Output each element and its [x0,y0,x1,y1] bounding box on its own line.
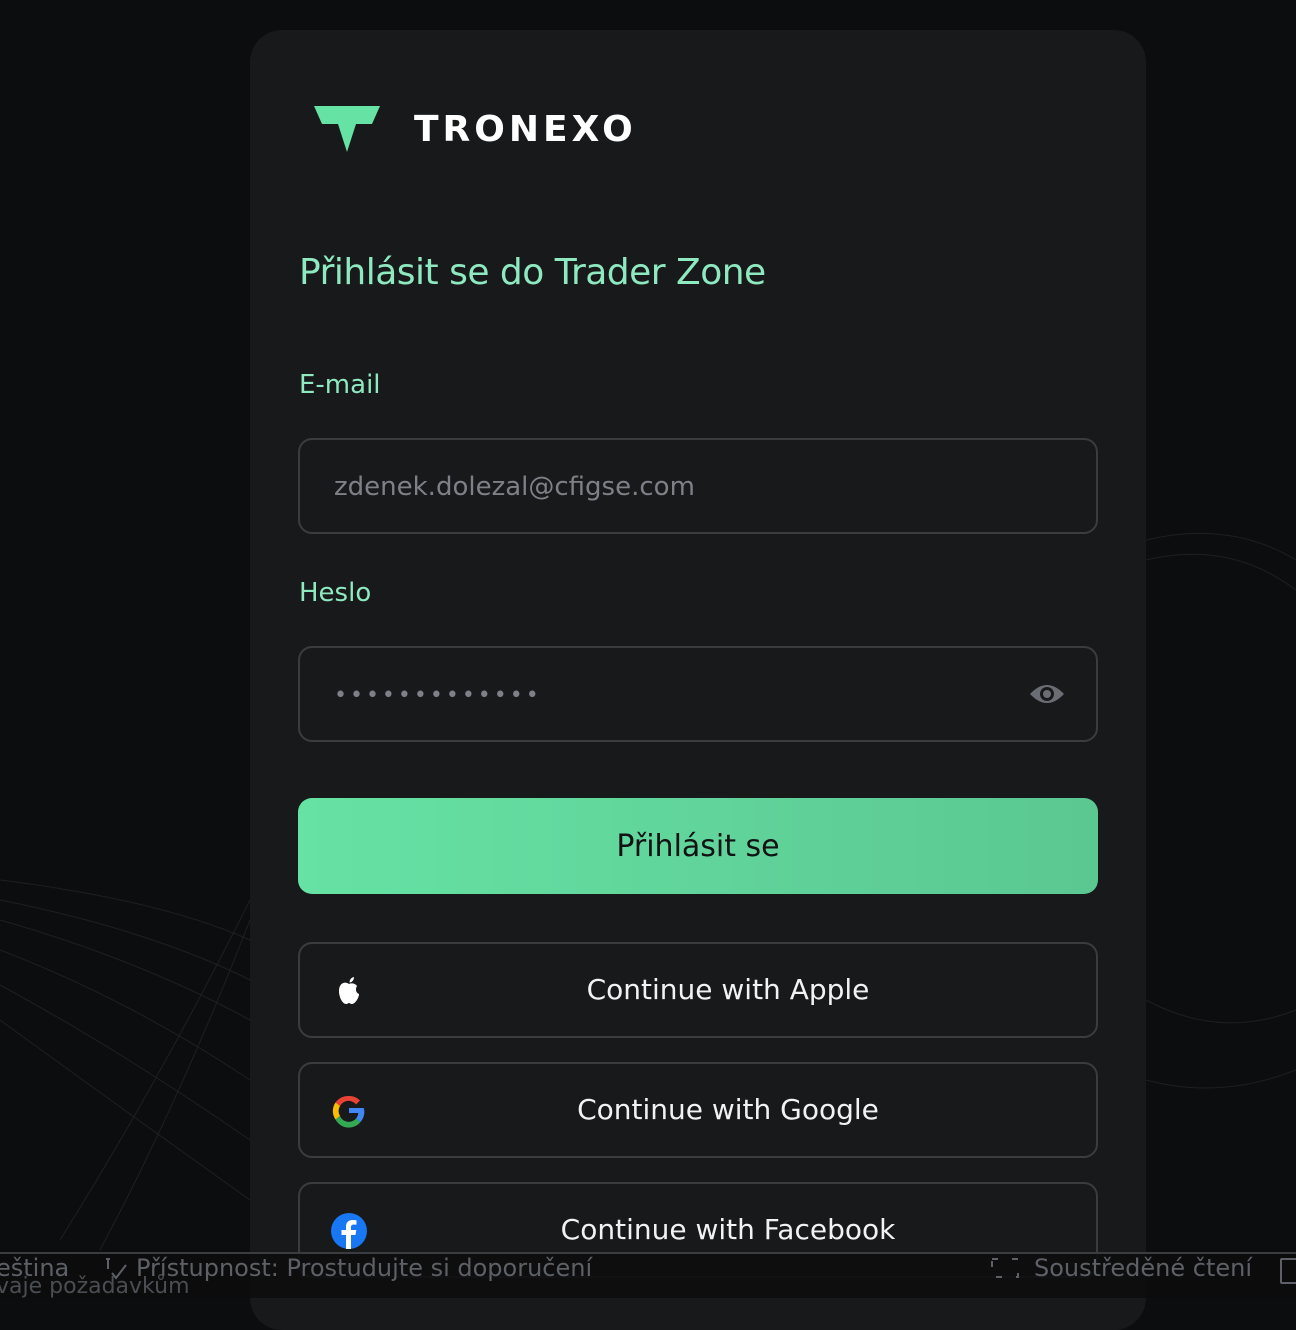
brand-name: TRONEXO [414,108,637,150]
reader-view-icon[interactable] [1280,1258,1296,1284]
focus-mode-icon [991,1258,1019,1278]
login-card: TRONEXO Přihlásit se do Trader Zone E-ma… [250,30,1146,1330]
email-label: E-mail [299,370,381,400]
email-field[interactable] [332,440,996,534]
email-field-wrapper [298,438,1098,534]
password-label: Heslo [299,578,372,608]
password-field-wrapper [298,646,1098,742]
google-button-label: Continue with Google [577,1093,879,1126]
status-focus-mode[interactable]: Soustředěné čtení [990,1254,1252,1282]
password-field[interactable] [332,648,996,742]
status-accessibility-subtext: vaje požadavkům [0,1274,190,1298]
tronexo-logo-icon [314,106,380,152]
continue-with-apple-button[interactable]: Continue with Apple [298,942,1098,1038]
eye-icon[interactable] [1028,678,1066,710]
continue-with-google-button[interactable]: Continue with Google [298,1062,1098,1158]
status-accessibility-text: Přístupnost: Prostudujte si doporučení [136,1254,593,1282]
brand-logo: TRONEXO [312,102,637,156]
browser-status-bar: eština Přístupnost: Prostudujte si dopor… [0,1252,1296,1298]
login-button[interactable]: Přihlásit se [298,798,1098,894]
apple-button-label: Continue with Apple [586,973,870,1006]
page-title: Přihlásit se do Trader Zone [299,252,766,293]
status-focus-mode-text: Soustředěné čtení [1034,1254,1253,1282]
